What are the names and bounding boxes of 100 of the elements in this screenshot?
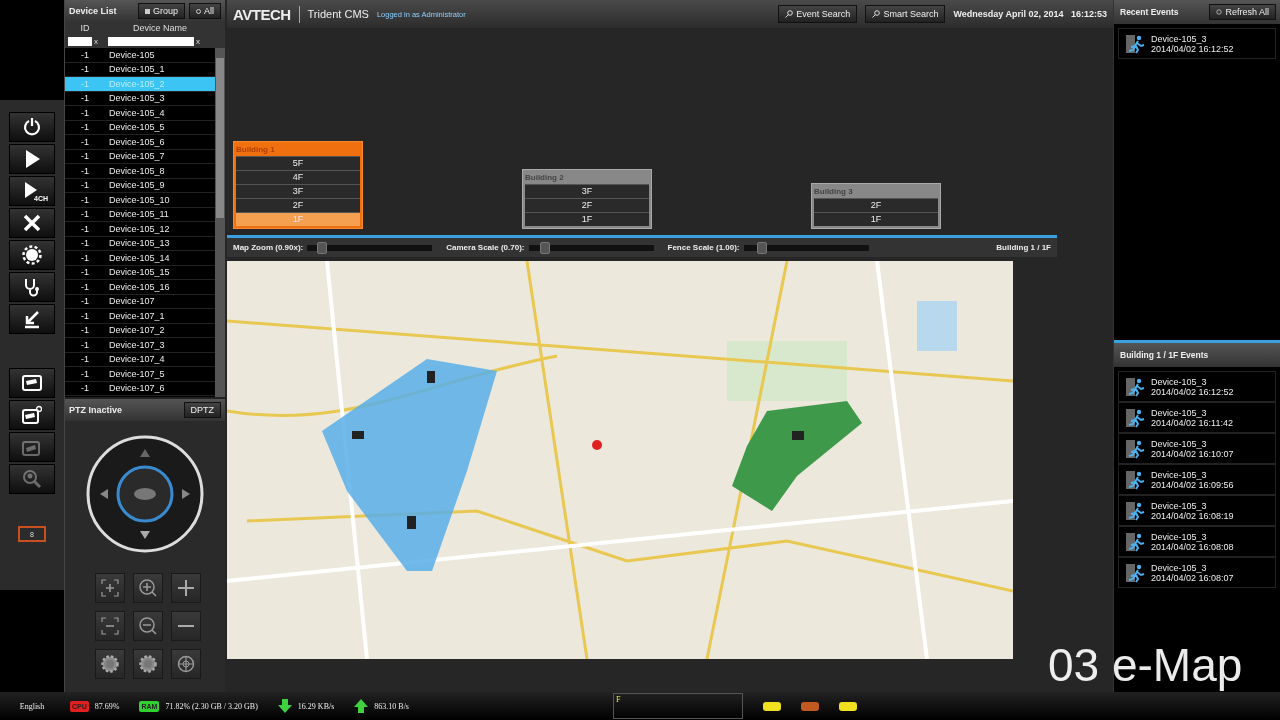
ptz-gear-button[interactable] <box>133 649 163 679</box>
event-item[interactable]: Device-105_3 2014/04/02 16:12:52 <box>1118 28 1276 59</box>
stethoscope-button[interactable] <box>9 272 55 302</box>
circle-icon <box>196 8 201 14</box>
video-caption: 03 e-Map <box>1048 638 1243 692</box>
motion-event-icon <box>1125 407 1147 428</box>
slider-thumb[interactable] <box>317 241 328 254</box>
building-name: Building 1 <box>236 143 276 156</box>
ptz-joystick[interactable] <box>86 435 204 553</box>
clear-filter-button[interactable]: x <box>94 36 98 46</box>
event-item[interactable]: Device-105_3 2014/04/02 16:08:08 <box>1118 526 1276 557</box>
ptz-plus-button[interactable] <box>171 573 201 603</box>
panel-title: Device List <box>69 6 118 16</box>
scrollbar[interactable] <box>215 48 225 397</box>
event-item[interactable]: Device-105_3 2014/04/02 16:08:07 <box>1118 557 1276 588</box>
floor-item[interactable]: 5F <box>236 156 360 170</box>
event-text: Device-105_3 2014/04/02 16:11:42 <box>1151 407 1233 428</box>
device-row[interactable]: -1 Device-105_15 <box>65 265 215 280</box>
building-card[interactable]: Building 3 2F 1F <box>811 183 941 229</box>
location-label: Building 1 / 1F <box>995 243 1051 252</box>
building-name: Building 2 <box>525 171 565 184</box>
search-icon <box>785 10 794 18</box>
device-row[interactable]: -1 Device-105 <box>65 48 215 63</box>
device-row[interactable]: -1 Device-107_1 <box>65 309 215 324</box>
device-row[interactable]: -1 Device-105_7 <box>65 149 215 164</box>
id-filter-field[interactable] <box>68 36 92 46</box>
ptz-zoom-out-frame-button[interactable] <box>95 611 125 641</box>
event-item[interactable]: Device-105_3 2014/04/02 16:10:07 <box>1118 433 1276 464</box>
floor-item[interactable]: 2F <box>525 198 649 212</box>
tools-button[interactable] <box>9 208 55 238</box>
floor-item[interactable]: 1F <box>814 212 938 226</box>
upload-rate: 863.10 B/s <box>374 701 409 711</box>
device-row[interactable]: -1 Device-105_11 <box>65 207 215 222</box>
import-icon <box>22 309 42 329</box>
slider-thumb[interactable] <box>539 241 550 254</box>
floor-item[interactable]: 3F <box>525 184 649 198</box>
language-selector[interactable]: English <box>0 701 64 711</box>
device-row[interactable]: -1 Device-105_4 <box>65 106 215 121</box>
clear-filter-button[interactable]: x <box>196 36 200 46</box>
motion-event-icon <box>1125 33 1147 54</box>
power-button[interactable] <box>9 112 55 142</box>
ptz-zoom-in-button[interactable] <box>133 573 163 603</box>
floor-item[interactable]: 2F <box>814 198 938 212</box>
all-button[interactable]: All <box>189 3 221 19</box>
crosshair-icon <box>176 654 196 674</box>
building-card[interactable]: Building 1 5F 4F 3F 2F 1F <box>233 141 363 229</box>
device-row[interactable]: -1 Device-105_8 <box>65 164 215 179</box>
device-row[interactable]: -1 Device-105_16 <box>65 280 215 295</box>
floor-item[interactable]: 1F <box>525 212 649 226</box>
name-filter-field[interactable] <box>108 36 194 46</box>
motion-event-icon <box>1125 531 1147 552</box>
event-item[interactable]: Device-105_3 2014/04/02 16:09:56 <box>1118 464 1276 495</box>
building-card[interactable]: Building 2 3F 2F 1F <box>522 169 652 229</box>
device-row[interactable]: -1 Device-105_9 <box>65 178 215 193</box>
ptz-zoom-in-frame-button[interactable] <box>95 573 125 603</box>
event-item[interactable]: Device-105_3 2014/04/02 16:11:42 <box>1118 402 1276 433</box>
zoom-in-frame-icon <box>100 578 120 598</box>
camera-settings-button[interactable] <box>9 400 55 430</box>
refresh-all-button[interactable]: Refresh All <box>1209 4 1276 20</box>
group-button[interactable]: Group <box>137 3 185 19</box>
event-item[interactable]: Device-105_3 2014/04/02 16:12:52 <box>1118 371 1276 402</box>
search-button[interactable]: Event Search <box>778 5 858 23</box>
ptz-minus-button[interactable] <box>171 611 201 641</box>
ptz-crosshair-button[interactable] <box>171 649 201 679</box>
play-button[interactable] <box>9 144 55 174</box>
device-row[interactable]: -1 Device-105_12 <box>65 222 215 237</box>
device-row[interactable]: -1 Device-105_10 <box>65 193 215 208</box>
slider-thumb[interactable] <box>757 241 768 254</box>
ptz-gear-button[interactable] <box>95 649 125 679</box>
ptz-zoom-out-button[interactable] <box>133 611 163 641</box>
event-text: Device-105_3 2014/04/02 16:10:07 <box>1151 438 1234 459</box>
device-row[interactable]: -1 Device-107_6 <box>65 381 215 396</box>
zoom-out-frame-icon <box>100 616 120 636</box>
import-button[interactable] <box>9 304 55 334</box>
camera-button[interactable] <box>9 368 55 398</box>
device-row[interactable]: -1 Device-107_3 <box>65 338 215 353</box>
device-row[interactable]: -1 Device-105_14 <box>65 251 215 266</box>
device-row[interactable]: -1 Device-105_5 <box>65 120 215 135</box>
floor-item[interactable]: 2F <box>236 198 360 212</box>
device-row[interactable]: -1 Device-107 <box>65 294 215 309</box>
column-header[interactable]: Device Name <box>105 23 215 33</box>
app-name: Trident CMS <box>307 8 369 20</box>
device-row[interactable]: -1 Device-107_4 <box>65 352 215 367</box>
dptz-button[interactable]: DPTZ <box>183 402 221 418</box>
motion-event-icon <box>1125 469 1147 490</box>
device-row[interactable]: -1 Device-105_6 <box>65 135 215 150</box>
device-row[interactable]: -1 Device-107_2 <box>65 323 215 338</box>
cpu-usage: 87.69% <box>94 701 120 711</box>
floor-item[interactable]: 4F <box>236 170 360 184</box>
device-row[interactable]: -1 Device-107_5 <box>65 367 215 382</box>
motion-event-icon <box>1125 376 1147 397</box>
download-arrow-icon <box>277 699 292 713</box>
column-header[interactable]: ID <box>65 23 105 33</box>
gear-button[interactable] <box>9 240 55 270</box>
device-row[interactable]: -1 Device-105_13 <box>65 236 215 251</box>
search-button[interactable]: Smart Search <box>865 5 946 23</box>
zoom-in-icon <box>138 578 158 598</box>
floor-item[interactable]: 3F <box>236 184 360 198</box>
device-row[interactable]: -1 Device-105_3 <box>65 91 215 106</box>
event-item[interactable]: Device-105_3 2014/04/02 16:08:19 <box>1118 495 1276 526</box>
